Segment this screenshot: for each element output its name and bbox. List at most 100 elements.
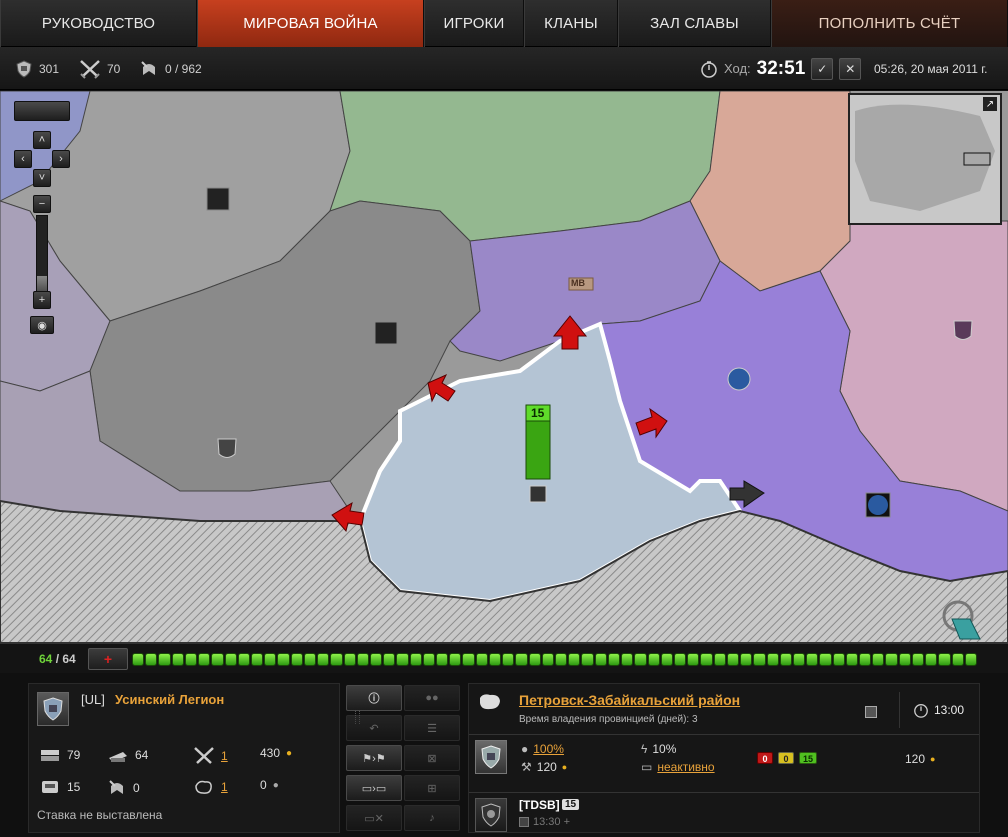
notes-button[interactable]: ☰	[404, 715, 460, 741]
tank-transfer-icon: ▭›▭	[361, 782, 387, 795]
attack-button[interactable]: ⚑›⚑	[346, 745, 402, 771]
attacker-tag-text: TDSB	[523, 798, 556, 812]
clan-tag: [UL]	[81, 692, 105, 707]
zoom-out-button[interactable]: −	[33, 195, 51, 213]
map-toggle-bar[interactable]	[14, 101, 70, 121]
tank-chip	[660, 653, 673, 666]
clan-defense-link[interactable]: 1	[221, 780, 228, 794]
owner-emblem[interactable]	[475, 740, 507, 774]
flag-arrow-icon: ⚑›⚑	[362, 752, 386, 765]
progress-count: 0 / 962	[165, 61, 202, 76]
tab-clans[interactable]: КЛАНЫ	[524, 0, 618, 47]
movement-button[interactable]: ●●	[404, 685, 460, 711]
revenue-percent-link[interactable]: 100%	[533, 742, 564, 756]
credit-coin-icon: ●	[272, 779, 279, 791]
pan-right-button[interactable]: ›	[52, 150, 70, 168]
attacker-tag: [TDSB]	[519, 798, 560, 812]
notes-icon: ☰	[427, 722, 437, 735]
cancel-turn-button[interactable]: ✕	[839, 57, 862, 80]
ownership-info: Время владения провинцией (дней): 3	[519, 714, 698, 725]
clan-emblem[interactable]	[37, 692, 69, 726]
tank-chip	[581, 653, 594, 666]
tank-chip	[806, 653, 819, 666]
info-button[interactable]: ⓘ	[346, 685, 402, 711]
gold-coin-icon: ●	[286, 747, 293, 759]
zoom-slider[interactable]	[36, 215, 48, 295]
battles-stat: 70	[79, 47, 120, 90]
tank-count-label: 15	[531, 406, 545, 420]
province-type-icon	[519, 817, 529, 827]
tank-chip	[198, 653, 211, 666]
minimap-expand-icon[interactable]: ↗	[983, 97, 997, 111]
revenue-value: 120	[536, 760, 557, 774]
pan-up-button[interactable]: ˄	[33, 131, 51, 149]
tank-chip	[740, 653, 753, 666]
ownership-label: Время владения провинцией (дней):	[519, 714, 690, 725]
tab-guide[interactable]: РУКОВОДСТВО	[0, 0, 197, 47]
pan-down-button[interactable]: ˅	[33, 169, 51, 187]
provinces-stat: 301	[15, 47, 59, 90]
confirm-turn-button[interactable]: ✓	[811, 57, 834, 80]
chevron-left-icon: ‹	[21, 153, 25, 165]
clan-defense-stat: 1	[193, 778, 228, 796]
progress-stat: 0 / 962	[139, 47, 202, 90]
tank-chip	[502, 653, 515, 666]
provinces-count: 301	[39, 61, 60, 76]
pan-left-button[interactable]: ‹	[14, 150, 32, 168]
view-toggle-button[interactable]: ◉	[30, 316, 54, 334]
tank-add-icon: ⊞	[427, 782, 437, 795]
tanks-total: 64	[62, 652, 76, 666]
main-nav: РУКОВОДСТВО МИРОВАЯ ВОЙНА ИГРОКИ КЛАНЫ З…	[0, 0, 1008, 47]
tanks-returning-value: 0	[133, 781, 140, 795]
gold-coin-icon: ●	[930, 754, 936, 764]
mine-button[interactable]: ♪	[404, 805, 460, 831]
tab-hall-of-fame[interactable]: ЗАЛ СЛАВЫ	[618, 0, 771, 47]
tanks-current: 64	[39, 652, 53, 666]
region-label-mv: МВ	[571, 278, 585, 288]
clan-battles-link[interactable]: 1	[221, 749, 228, 763]
bell-icon: ♪	[429, 812, 435, 824]
chevron-down-icon: ˅	[38, 172, 46, 184]
province-name[interactable]: Петровск-Забайкальский район	[519, 692, 740, 708]
tank-chip	[290, 653, 303, 666]
tank-chip	[264, 653, 277, 666]
separator	[469, 734, 979, 735]
crossed-swords-icon	[193, 746, 215, 766]
tab-world-war[interactable]: МИРОВАЯ ВОЙНА	[197, 0, 424, 47]
tank-chip	[647, 653, 660, 666]
zoom-in-button[interactable]: +	[33, 291, 51, 309]
ownership-days: 3	[691, 714, 698, 725]
tank-chip	[845, 653, 859, 666]
action-buttons: ⓘ ●● ↶ ☰ ⚑›⚑ ⊠ ▭›▭ ⊞ ▭✕ ♪	[346, 685, 462, 833]
tank-chip	[211, 653, 224, 666]
tank-available-icon	[39, 778, 61, 796]
disband-button[interactable]: ▭✕	[346, 805, 402, 831]
tax-stat: ϟ 10%	[641, 742, 676, 756]
add-tanks-button[interactable]: +	[88, 648, 128, 670]
tank-chip	[938, 653, 951, 666]
gold-coin-icon: ●	[561, 762, 568, 772]
tank-add-button[interactable]: ⊞	[404, 775, 460, 801]
tank-chip	[621, 653, 634, 666]
tank-chip	[607, 653, 621, 666]
tank-chip	[396, 653, 409, 666]
tank-chip	[594, 653, 607, 666]
world-map[interactable]: МВ 15 ↗	[0, 91, 1008, 643]
tank-chip	[528, 653, 541, 666]
transfer-button[interactable]: ▭›▭	[346, 775, 402, 801]
clan-gold-stat: 430 ●	[260, 746, 292, 760]
lightning-icon: ϟ	[641, 742, 648, 756]
tab-players[interactable]: ИГРОКИ	[424, 0, 524, 47]
tank-x-button[interactable]: ⊠	[404, 745, 460, 771]
tab-top-up[interactable]: ПОПОЛНИТЬ СЧЁТ	[771, 0, 1008, 47]
return-button[interactable]: ↶	[346, 715, 402, 741]
attacker-emblem[interactable]	[475, 798, 507, 832]
clan-name[interactable]: Усинский Легион	[115, 692, 224, 707]
status-link[interactable]: неактивно	[657, 760, 714, 774]
tank-chip	[158, 653, 171, 666]
clan-gold-value: 430	[260, 746, 281, 760]
clan-battles-stat: 1	[193, 746, 228, 766]
attacker-time: 13:30 +	[519, 816, 570, 828]
tank-chip	[951, 653, 964, 666]
income-value: 120	[905, 752, 926, 766]
